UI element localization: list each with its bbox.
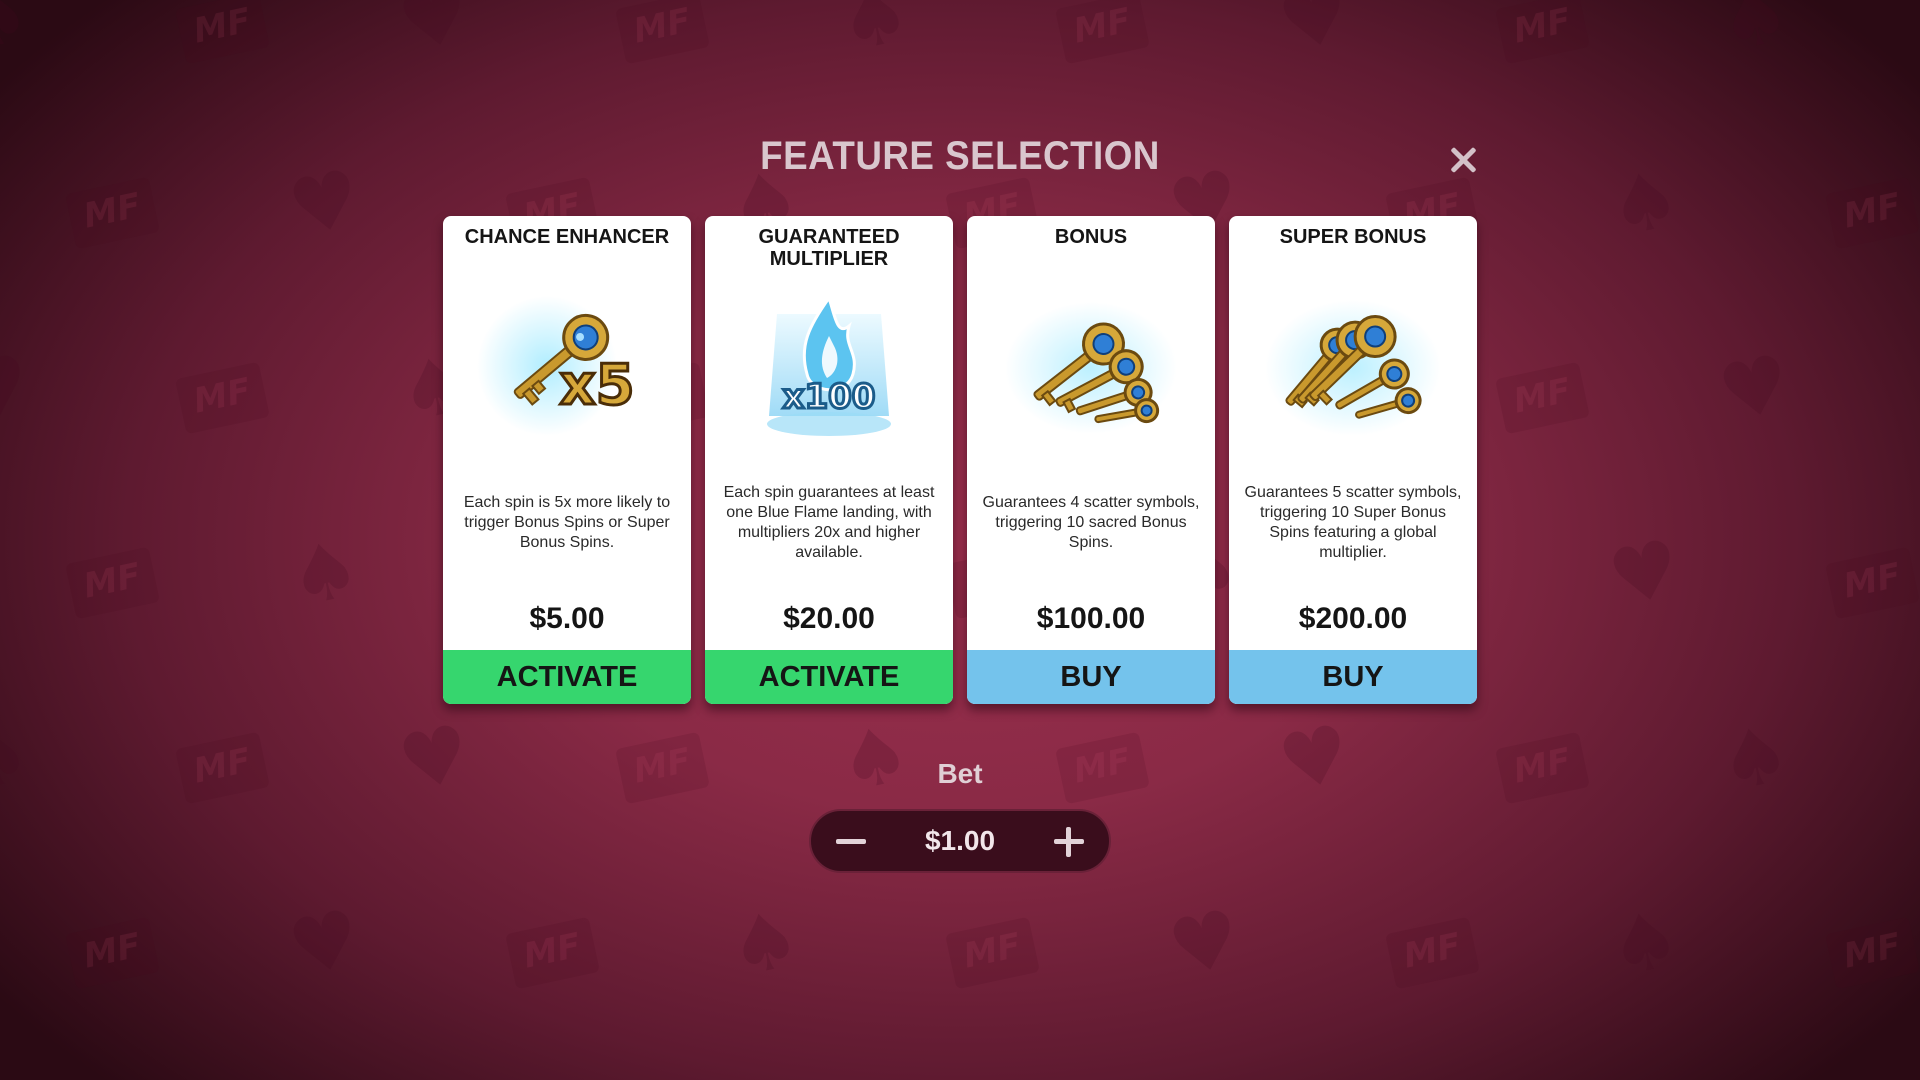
card-suit-decoration: ♥ — [281, 892, 369, 996]
mf-logo-watermark: MF — [615, 0, 710, 65]
mf-logo-watermark: MF — [65, 916, 160, 990]
card-suit-decoration: ♥ — [1271, 0, 1359, 71]
card-suit-decoration: ♥ — [0, 337, 39, 441]
activate-button[interactable]: ACTIVATE — [443, 650, 691, 704]
card-suit-decoration: ♠ — [831, 0, 919, 71]
buy-button[interactable]: BUY — [1229, 650, 1477, 704]
minus-icon[interactable] — [833, 825, 869, 857]
card-suit-decoration: ♠ — [721, 892, 809, 996]
feature-card-chance-enhancer: CHANCE ENHANCER x5 Each spin is 5x more … — [443, 216, 691, 704]
card-title: CHANCE ENHANCER — [464, 226, 670, 248]
feature-cards: CHANCE ENHANCER x5 Each spin is 5x more … — [443, 216, 1477, 704]
card-suit-decoration: ♠ — [1711, 0, 1799, 71]
card-suit-decoration: ♥ — [1711, 337, 1799, 441]
activate-button[interactable]: ACTIVATE — [705, 650, 953, 704]
card-title: BONUS — [1054, 226, 1128, 248]
bet-label: Bet — [937, 758, 983, 789]
card-description: Each spin guarantees at least one Blue F… — [723, 484, 935, 561]
card-suit-decoration: ♠ — [0, 0, 39, 71]
mf-logo-watermark: MF — [945, 916, 1040, 990]
card-title: SUPER BONUS — [1279, 226, 1427, 248]
mf-logo-watermark: MF — [65, 176, 160, 250]
card-description: Each spin is 5x more likely to trigger B… — [463, 494, 671, 551]
card-price: $20.00 — [783, 602, 875, 635]
mf-logo-watermark: MF — [65, 546, 160, 620]
mf-logo-watermark: MF — [1495, 361, 1590, 435]
close-icon[interactable] — [1446, 143, 1480, 177]
blue-flame-x100-icon: x100 — [767, 294, 891, 436]
card-description: Guarantees 5 scatter symbols, triggering… — [1244, 484, 1462, 561]
x5-text: x5 — [559, 353, 634, 418]
mf-logo-watermark: MF — [1055, 0, 1150, 65]
card-suit-decoration: ♥ — [391, 0, 479, 71]
mf-logo-watermark: MF — [1825, 546, 1920, 620]
five-keys-icon — [1265, 300, 1441, 436]
feature-card-guaranteed-multiplier: GUARANTEED MULTIPLIER x100 Each spin gua… — [705, 216, 953, 704]
mf-logo-watermark: MF — [175, 0, 270, 65]
card-price: $5.00 — [529, 602, 605, 635]
card-description: Guarantees 4 scatter symbols, triggering… — [982, 494, 1200, 551]
mf-logo-watermark: MF — [175, 361, 270, 435]
card-suit-decoration: ♠ — [281, 522, 369, 626]
mf-logo-watermark: MF — [505, 916, 600, 990]
buy-button[interactable]: BUY — [967, 650, 1215, 704]
card-price: $100.00 — [1036, 602, 1146, 635]
card-title: GUARANTEED MULTIPLIER — [758, 226, 900, 270]
card-suit-decoration: ♥ — [1601, 522, 1689, 626]
four-keys-icon — [1005, 302, 1177, 434]
card-price: $200.00 — [1298, 602, 1408, 635]
modal-title: FEATURE SELECTION — [760, 134, 1160, 178]
card-suit-decoration: ♠ — [1601, 892, 1689, 996]
feature-card-bonus: BONUS Guarantees 4 scatter symbols, trig… — [967, 216, 1215, 704]
feature-card-super-bonus: SUPER BONUS Guarantees 5 scatter symbols… — [1229, 216, 1477, 704]
key-x5-icon: x5 — [477, 296, 636, 436]
mf-logo-watermark: MF — [1495, 0, 1590, 65]
card-suit-decoration: ♥ — [1161, 892, 1249, 996]
mf-logo-watermark: MF — [1825, 176, 1920, 250]
x100-text: x100 — [783, 377, 876, 417]
plus-icon[interactable] — [1051, 825, 1087, 859]
bet-value: $1.00 — [924, 825, 996, 856]
bet-stepper: $1.00 — [809, 809, 1111, 873]
mf-logo-watermark: MF — [1385, 916, 1480, 990]
mf-logo-watermark: MF — [1825, 916, 1920, 990]
